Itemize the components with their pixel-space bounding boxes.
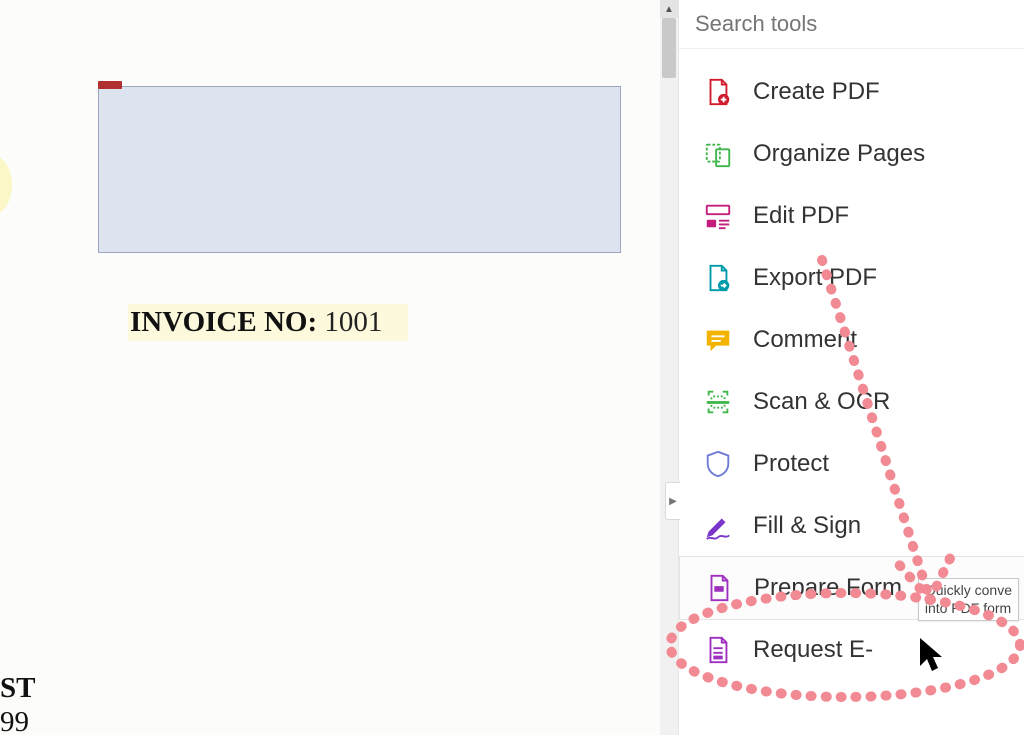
tool-edit-pdf[interactable]: Edit PDF <box>679 185 1024 247</box>
tool-organize-pages[interactable]: Organize Pages <box>679 123 1024 185</box>
organize-pages-icon <box>703 139 733 169</box>
prepare-form-icon <box>704 573 734 603</box>
edit-pdf-icon <box>703 201 733 231</box>
search-tools-input[interactable] <box>693 10 1015 38</box>
fill-sign-icon <box>703 511 733 541</box>
scan-ocr-icon <box>703 387 733 417</box>
tool-label: Comment <box>753 326 857 354</box>
tool-protect[interactable]: Protect <box>679 433 1024 495</box>
decorative-shape <box>0 155 12 215</box>
tool-request-esign[interactable]: Request E- <box>679 619 1024 681</box>
tools-search-row <box>679 0 1024 49</box>
tool-label: Protect <box>753 450 829 478</box>
vertical-scrollbar[interactable]: ▲ <box>660 0 678 735</box>
invoice-label: INVOICE NO: <box>130 306 324 338</box>
mouse-cursor-icon <box>918 636 950 674</box>
tool-label: Create PDF <box>753 78 880 106</box>
invoice-number: 1001 <box>324 306 382 338</box>
document-cropped-text: ST 99 <box>0 672 35 735</box>
tools-panel: ▶ Create PDF Organize Pages Edit PDF <box>678 0 1024 735</box>
tool-label: Export PDF <box>753 264 877 292</box>
tool-prepare-form[interactable]: Prepare Form Quickly conve into PDF form <box>679 556 1024 620</box>
comment-icon <box>703 325 733 355</box>
tool-label: Fill & Sign <box>753 512 861 540</box>
protect-icon <box>703 449 733 479</box>
tool-scan-ocr[interactable]: Scan & OCR <box>679 371 1024 433</box>
tool-label: Edit PDF <box>753 202 849 230</box>
tool-comment[interactable]: Comment <box>679 309 1024 371</box>
document-page: INVOICE NO: 1001 ST 99 <box>0 0 660 735</box>
form-field-box[interactable] <box>98 86 621 253</box>
form-field-handle[interactable] <box>98 81 122 89</box>
scrollbar-thumb[interactable] <box>662 18 676 78</box>
tool-export-pdf[interactable]: Export PDF <box>679 247 1024 309</box>
tool-label: Prepare Form <box>754 574 902 602</box>
tools-list: Create PDF Organize Pages Edit PDF Expor… <box>679 49 1024 681</box>
request-esign-icon <box>703 635 733 665</box>
scrollbar-up-button[interactable]: ▲ <box>660 0 678 18</box>
panel-collapse-handle[interactable]: ▶ <box>665 482 680 520</box>
tooltip: Quickly conve into PDF form <box>918 578 1019 621</box>
create-pdf-icon <box>703 77 733 107</box>
tool-label: Scan & OCR <box>753 388 890 416</box>
cropped-line-1: ST <box>0 672 35 705</box>
cropped-line-2: 99 <box>0 706 35 735</box>
invoice-line: INVOICE NO: 1001 <box>128 304 408 341</box>
tool-label: Request E- <box>753 636 873 664</box>
tool-fill-sign[interactable]: Fill & Sign <box>679 495 1024 557</box>
tool-create-pdf[interactable]: Create PDF <box>679 61 1024 123</box>
export-pdf-icon <box>703 263 733 293</box>
tool-label: Organize Pages <box>753 140 925 168</box>
